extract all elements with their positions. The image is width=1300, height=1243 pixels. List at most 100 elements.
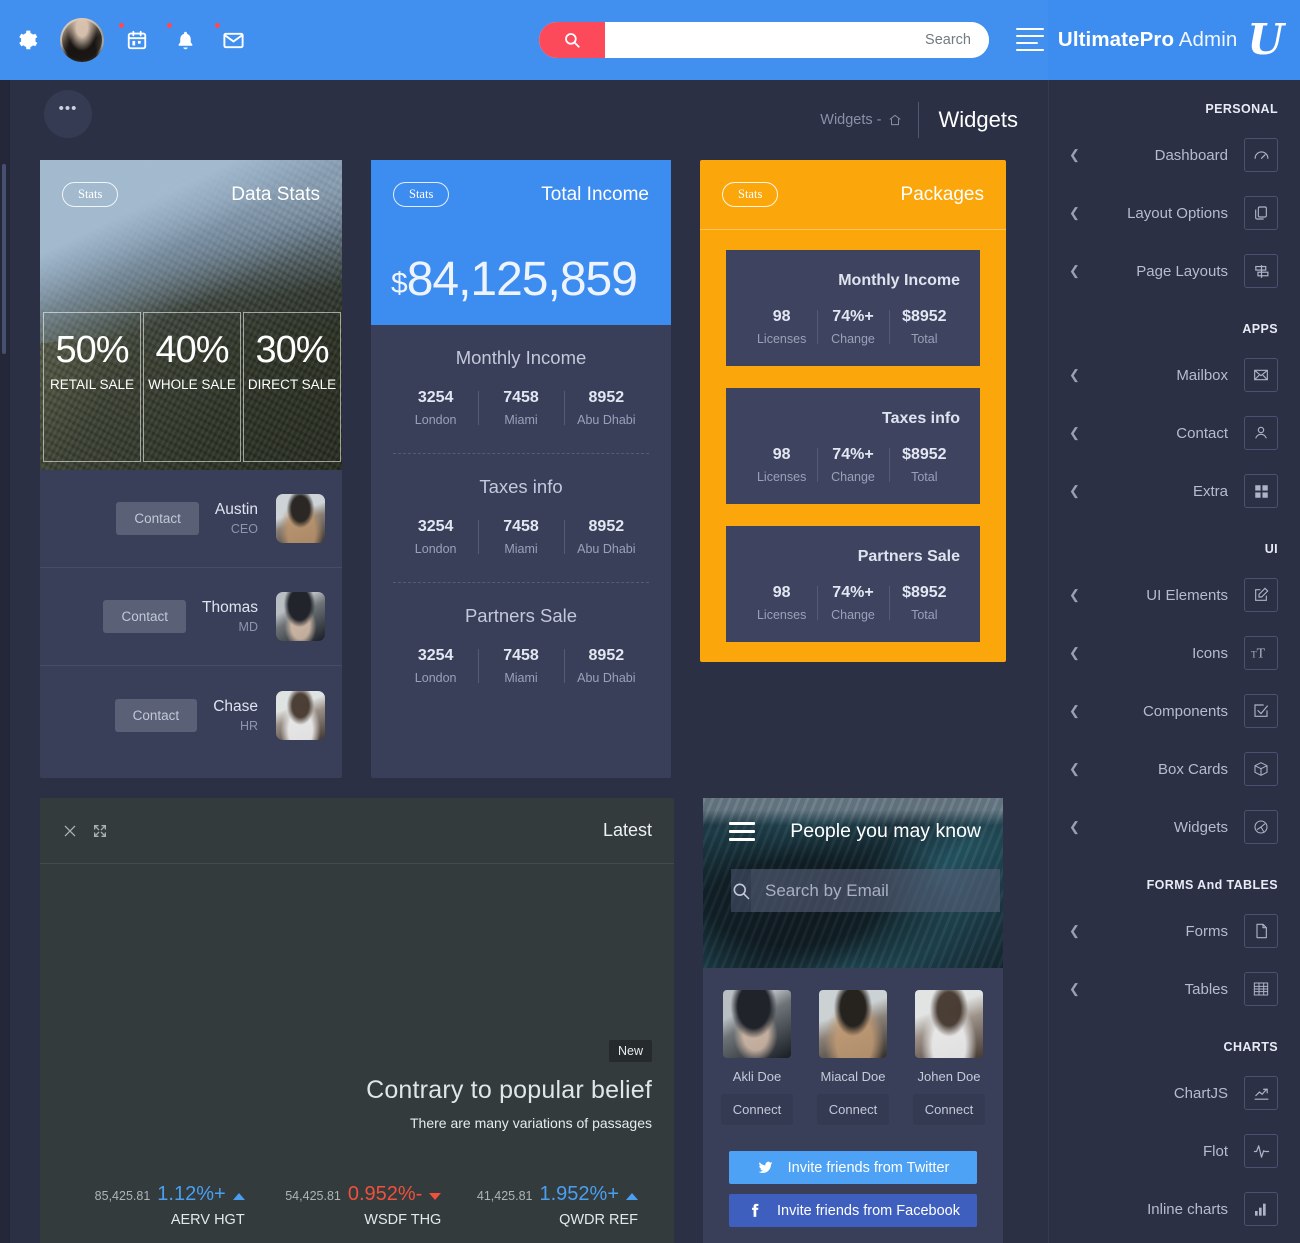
- connect-button[interactable]: Connect: [913, 1094, 985, 1125]
- svg-text:T: T: [1257, 645, 1266, 660]
- stats-pill[interactable]: Stats: [393, 182, 450, 207]
- stat-box: 50% RETAIL SALE: [43, 312, 141, 462]
- connect-button[interactable]: Connect: [721, 1094, 793, 1125]
- sidebar-item-contact[interactable]: ❮ Contact: [1049, 404, 1300, 462]
- chevron-left-icon: ❮: [1069, 263, 1080, 278]
- more-options-button[interactable]: •••: [44, 90, 92, 138]
- metric: 74%+ Change: [817, 308, 888, 346]
- sidebar-item-icons[interactable]: ❮ Icons TT: [1049, 624, 1300, 682]
- section-heading: Partners Sale: [464, 605, 578, 626]
- metric-label: London: [414, 413, 457, 427]
- chevron-left-icon: ❮: [1069, 819, 1080, 834]
- menu-toggle-icon[interactable]: [1016, 28, 1046, 52]
- expand-icon[interactable]: [92, 823, 108, 839]
- packages-title: Packages: [900, 183, 984, 205]
- contact-list: Contact Austin CEO Contact Thomas MD Con…: [40, 470, 342, 778]
- menu-icon[interactable]: [729, 822, 755, 841]
- sidebar-item-box-cards[interactable]: ❮ Box Cards: [1049, 740, 1300, 798]
- home-icon[interactable]: [888, 113, 902, 127]
- sidebar-item-dashboard[interactable]: ❮ Dashboard: [1049, 126, 1300, 184]
- search-icon[interactable]: [539, 22, 605, 58]
- currency-symbol: $: [391, 267, 408, 300]
- data-stats-header: Stats Data Stats: [40, 160, 342, 207]
- metric-label: Change: [831, 332, 875, 346]
- check-square-icon: [1244, 694, 1278, 728]
- people-body: Akli Doe Connect Miacal Doe Connect Johe…: [703, 968, 1003, 1243]
- stats-pill[interactable]: Stats: [62, 182, 119, 207]
- sidebar-item-layout-options[interactable]: ❮ Layout Options: [1049, 184, 1300, 242]
- brand-name-bold: UltimatePro: [1057, 28, 1175, 51]
- sidebar-item-mailbox[interactable]: ❮ Mailbox: [1049, 346, 1300, 404]
- metric-label: Licenses: [756, 332, 807, 346]
- metric-label: Licenses: [756, 470, 807, 484]
- connect-button[interactable]: Connect: [817, 1094, 889, 1125]
- mail-icon[interactable]: [215, 23, 248, 55]
- sidebar-item-label: Mailbox: [1176, 366, 1228, 384]
- stat-percent: 30%: [255, 329, 329, 371]
- brand-logo-mark: U: [1247, 15, 1284, 65]
- ticker-price: 85,425.81: [94, 1189, 151, 1203]
- sidebar-item-chartjs[interactable]: ChartJS: [1049, 1064, 1300, 1122]
- metric-value: $8952: [902, 446, 947, 463]
- sidebar-section-label: APPS: [1242, 322, 1278, 336]
- sidebar-item-inline-charts[interactable]: Inline charts: [1049, 1180, 1300, 1238]
- sidebar-item-flot[interactable]: Flot: [1049, 1122, 1300, 1180]
- gear-icon[interactable]: [12, 25, 42, 55]
- facebook-invite-label: Invite friends from Facebook: [777, 1202, 960, 1219]
- twitter-invite-button[interactable]: Invite friends from Twitter: [729, 1151, 977, 1184]
- page-scrollbar-track[interactable]: [0, 80, 10, 1243]
- latest-header: Latest: [40, 798, 674, 864]
- sidebar-item-ui-elements[interactable]: ❮ UI Elements: [1049, 566, 1300, 624]
- page-scrollbar-thumb[interactable]: [2, 164, 6, 354]
- metric-value: 7458: [503, 518, 539, 535]
- file-icon: [1244, 914, 1278, 948]
- contact-button[interactable]: Contact: [116, 502, 199, 535]
- breadcrumb-path-label: Widgets -: [820, 112, 882, 128]
- avatar: [915, 990, 983, 1058]
- calendar-icon[interactable]: [119, 23, 152, 55]
- copy-icon: [1244, 196, 1278, 230]
- sidebar-item-tables[interactable]: ❮ Tables: [1049, 960, 1300, 1018]
- packages-card: Stats Packages Monthly Income 98 Licenses…: [700, 160, 1006, 662]
- sidebar-item-forms[interactable]: ❮ Forms: [1049, 902, 1300, 960]
- contact-button[interactable]: Contact: [103, 600, 186, 633]
- stat-box: 30% DIRECT SALE: [243, 312, 341, 462]
- bell-icon[interactable]: [167, 23, 200, 55]
- package-panel: Partners Sale 98 Licenses 74%+ Change $895…: [726, 526, 980, 642]
- stat-percent: 40%: [155, 329, 229, 371]
- list-item: Contact Austin CEO: [40, 470, 342, 568]
- brand: UltimatePro Admin U: [1048, 0, 1300, 80]
- sidebar-item-page-layouts[interactable]: ❮ Page Layouts: [1049, 242, 1300, 300]
- metric: 98 Licenses: [746, 446, 817, 484]
- status-badge: New: [608, 1040, 652, 1062]
- notification-dot: [119, 23, 124, 28]
- ticker-name: WSDF THG: [364, 1212, 442, 1228]
- metric-value: 3254: [417, 389, 454, 406]
- metric-value: 98: [772, 308, 791, 325]
- facebook-invite-button[interactable]: Invite friends from Facebook: [729, 1194, 977, 1227]
- person-item: Miacal Doe Connect: [817, 990, 889, 1125]
- sidebar-item-extra[interactable]: ❮ Extra: [1049, 462, 1300, 520]
- ticker-item: 54,425.81 0.952%- WSDF THG: [259, 1183, 456, 1228]
- search-icon[interactable]: [731, 869, 751, 912]
- people-search-input[interactable]: [751, 869, 1000, 912]
- packages-body: Monthly Income 98 Licenses 74%+ Change $89…: [700, 230, 1006, 662]
- sidebar-item-components[interactable]: ❮ Components: [1049, 682, 1300, 740]
- metric-value: 74%+: [832, 446, 874, 463]
- metric-value: 3254: [417, 518, 454, 535]
- sidebar-item-widgets[interactable]: ❮ Widgets: [1049, 798, 1300, 856]
- stats-pill[interactable]: Stats: [722, 182, 779, 207]
- avatar: [276, 690, 325, 740]
- top-bar: UltimatePro Admin U: [0, 0, 1300, 80]
- avatar: [819, 990, 887, 1058]
- close-icon[interactable]: [62, 823, 78, 839]
- contact-button[interactable]: Contact: [114, 698, 198, 732]
- typography-icon: TT: [1244, 636, 1278, 670]
- metric-label: Total: [911, 470, 938, 484]
- search-input[interactable]: [605, 22, 989, 58]
- chevron-left-icon: ❮: [1069, 483, 1080, 498]
- people-cover-photo: People you may know: [703, 798, 1003, 968]
- breadcrumb-path[interactable]: Widgets -: [820, 112, 917, 128]
- sidebar-item-label: Flot: [1202, 1142, 1228, 1160]
- avatar[interactable]: [60, 18, 104, 62]
